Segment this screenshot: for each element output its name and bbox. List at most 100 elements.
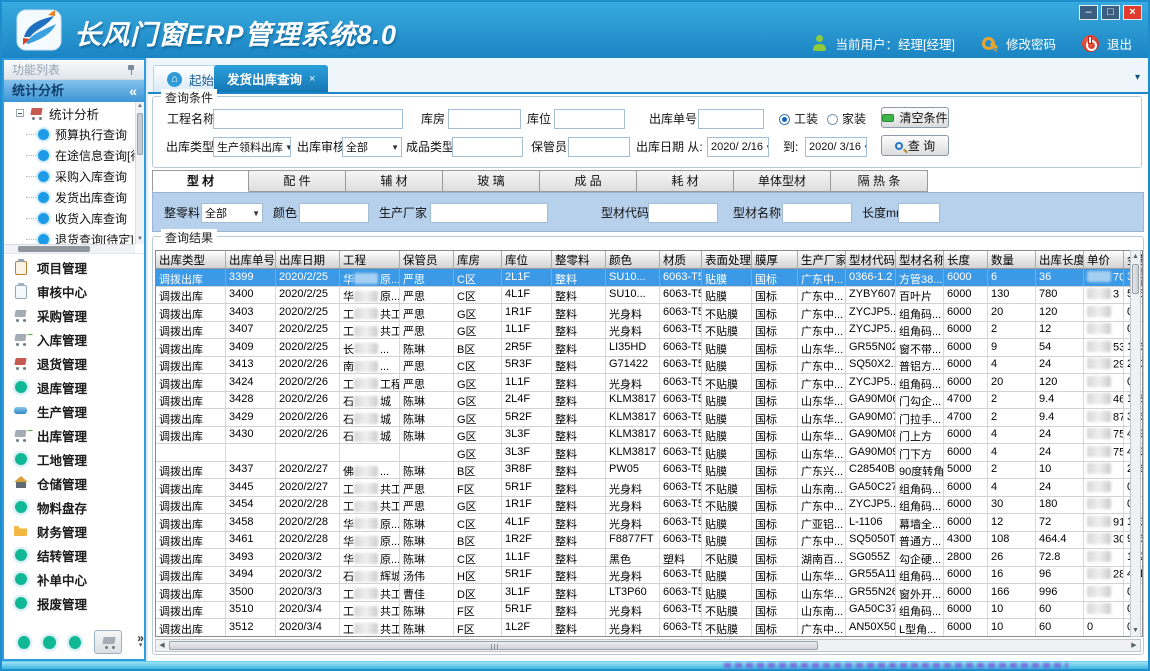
sidebar-module-入库管理[interactable]: 入库管理 [4, 327, 144, 351]
cart-module-button[interactable] [94, 630, 122, 654]
column-header[interactable]: 表面处理 [702, 251, 752, 268]
table-row[interactable]: G区3L3F整料KLM38176063-T5贴膜国标山东华...GA90M09.… [156, 444, 1143, 462]
color-input[interactable] [299, 203, 369, 223]
order-no-input[interactable] [698, 109, 764, 129]
table-row[interactable]: 调拨出库34542020/2/28工共工程严思G区1R1F整料光身料6063-T… [156, 497, 1143, 515]
table-row[interactable]: 调拨出库34072020/2/25工共工程严思G区1L1F整料光身料6063-T… [156, 322, 1143, 340]
maximize-button[interactable]: □ [1101, 5, 1120, 20]
product-type-input[interactable] [452, 137, 523, 157]
material-tab[interactable]: 单体型材 [734, 170, 831, 192]
column-header[interactable]: 生产厂家 [798, 251, 846, 268]
table-row[interactable]: 调拨出库34582020/2/28华原...陈琳C区4L1F整料光身料6063-… [156, 514, 1143, 532]
sidebar-module-仓储管理[interactable]: 仓储管理 [4, 471, 144, 495]
sidebar-module-补单中心[interactable]: 补单中心 [4, 567, 144, 591]
table-row[interactable]: 调拨出库34372020/2/27佛...陈琳B区3R8F整料PW056063-… [156, 462, 1143, 480]
column-header[interactable]: 颜色 [606, 251, 660, 268]
tree-root-node[interactable]: 统计分析 [4, 102, 144, 124]
table-row[interactable]: 调拨出库34132020/2/26南...严思C区5R3F整料G71422606… [156, 357, 1143, 375]
change-password-link[interactable]: 修改密码 [1006, 34, 1056, 53]
table-horizontal-scrollbar[interactable]: ◀ ▶ [155, 639, 1141, 652]
sidebar-module-结转管理[interactable]: 结转管理 [4, 543, 144, 567]
location-input[interactable] [554, 109, 625, 129]
column-header[interactable]: 库位 [502, 251, 552, 268]
table-row[interactable]: 调拨出库35102020/3/4工共工程陈琳F区5R1F整料光身料6063-T5… [156, 602, 1143, 620]
column-header[interactable]: 数量 [988, 251, 1036, 268]
module-dot-icon[interactable] [69, 636, 81, 649]
sidebar-module-报废管理[interactable]: 报废管理 [4, 591, 144, 615]
project-name-input[interactable] [213, 109, 403, 129]
tab-close-icon[interactable]: × [309, 73, 315, 85]
table-row[interactable]: 调拨出库34032020/2/25工共工程严思G区1R1F整料光身料6063-T… [156, 304, 1143, 322]
scroll-thumb[interactable] [137, 113, 143, 155]
clear-conditions-button[interactable]: 清空条件 [881, 107, 949, 128]
table-vertical-scrollbar[interactable]: ▲ ▼ [1130, 250, 1141, 637]
tree-item[interactable]: 在途信息查询[待 [4, 145, 144, 166]
sidebar-module-出库管理[interactable]: 出库管理 [4, 423, 144, 447]
profile-name-input[interactable] [782, 203, 852, 223]
column-header[interactable]: 整零料 [552, 251, 606, 268]
tree-item[interactable]: 预算执行查询 [4, 124, 144, 145]
material-tab[interactable]: 成 品 [540, 170, 637, 192]
sidebar-module-退库管理[interactable]: 退库管理 [4, 375, 144, 399]
scroll-thumb[interactable] [169, 641, 818, 650]
pin-icon[interactable] [126, 65, 136, 75]
date-from-picker[interactable]: 2020/ 2/16▼ [707, 137, 769, 157]
manufacturer-input[interactable] [430, 203, 548, 223]
column-header[interactable]: 型材名称 [896, 251, 944, 268]
table-row[interactable]: 调拨出库34002020/2/25华原...严思C区4L1F整料SU10...6… [156, 287, 1143, 305]
more-modules-button[interactable]: » ▾ [137, 634, 144, 650]
sidebar-module-项目管理[interactable]: 项目管理 [4, 255, 144, 279]
column-header[interactable]: 保管员 [400, 251, 454, 268]
table-row[interactable]: 调拨出库34292020/2/26石城陈琳G区5R2F整料KLM38176063… [156, 409, 1143, 427]
logout-link[interactable]: 退出 [1107, 34, 1132, 53]
module-dot-icon[interactable] [18, 636, 30, 649]
tab-shipment-outbound-query[interactable]: 发货出库查询 × [214, 65, 328, 92]
column-header[interactable]: 膜厚 [752, 251, 798, 268]
sidebar-module-审核中心[interactable]: 审核中心 [4, 279, 144, 303]
material-tab[interactable]: 配 件 [249, 170, 346, 192]
column-header[interactable]: 出库长度 [1036, 251, 1084, 268]
sidebar-module-物料盘存[interactable]: 物料盘存 [4, 495, 144, 519]
material-tab[interactable]: 耗 材 [637, 170, 734, 192]
table-row[interactable]: 调拨出库34932020/3/2华原...陈琳C区1L1F整料黑色塑料不贴膜国标… [156, 549, 1143, 567]
table-row[interactable]: 调拨出库34452020/2/27工共工程严思F区5R1F整料光身料6063-T… [156, 479, 1143, 497]
tree-expand-icon[interactable] [16, 109, 24, 117]
minimize-button[interactable]: – [1079, 5, 1098, 20]
close-button[interactable]: × [1123, 5, 1142, 20]
column-header[interactable]: 出库类型 [156, 251, 226, 268]
table-row[interactable]: 调拨出库34242020/2/26工工程严思G区1L1F整料光身料6063-T5… [156, 374, 1143, 392]
column-header[interactable]: 库房 [454, 251, 502, 268]
sidebar-module-采购管理[interactable]: 采购管理 [4, 303, 144, 327]
tree-item[interactable]: 收货入库查询 [4, 208, 144, 229]
collapse-icon[interactable]: « [129, 80, 137, 102]
tab-overflow-icon[interactable]: ▾ [1135, 72, 1140, 83]
length-input[interactable] [898, 203, 940, 223]
sidebar-module-生产管理[interactable]: 生产管理 [4, 399, 144, 423]
profile-code-input[interactable] [648, 203, 718, 223]
scroll-up-icon[interactable]: ▲ [136, 102, 144, 111]
scroll-thumb[interactable] [1132, 264, 1139, 294]
table-row[interactable]: 调拨出库33992020/2/25华原...严思C区2L1F整料SU10...6… [156, 269, 1143, 287]
tree-horizontal-scrollbar[interactable] [4, 244, 135, 253]
scroll-thumb[interactable] [18, 246, 90, 252]
table-row[interactable]: 调拨出库34612020/2/28华原...陈琳B区1R2F整料F8877FT6… [156, 532, 1143, 550]
table-row[interactable]: 调拨出库34282020/2/26石城陈琳G区2L4F整料KLM38176063… [156, 392, 1143, 410]
tree-item[interactable]: 发货出库查询 [4, 187, 144, 208]
search-button[interactable]: 查 询 [881, 135, 949, 156]
column-header[interactable]: 出库日期 [276, 251, 340, 268]
warehouse-input[interactable] [448, 109, 521, 129]
tree-item[interactable]: 采购入库查询 [4, 166, 144, 187]
scroll-left-icon[interactable]: ◀ [156, 640, 168, 651]
out-type-combo[interactable]: 生产领料出库▼ [213, 137, 291, 157]
column-header[interactable]: 工程 [340, 251, 400, 268]
table-row[interactable]: 调拨出库34302020/2/26石城陈琳G区3L3F整料KLM38176063… [156, 427, 1143, 445]
material-tab[interactable]: 玻 璃 [443, 170, 540, 192]
material-tab[interactable]: 型 材 [152, 170, 249, 192]
table-row[interactable]: 调拨出库34942020/3/2石辉城汤伟H区5R1F整料光身料6063-T5贴… [156, 567, 1143, 585]
radio-residential[interactable]: 家装 [827, 109, 866, 129]
column-header[interactable]: 型材代码 [846, 251, 896, 268]
sidebar-module-工地管理[interactable]: 工地管理 [4, 447, 144, 471]
sidebar-module-退货管理[interactable]: 退货管理 [4, 351, 144, 375]
material-tab[interactable]: 隔 热 条 [831, 170, 928, 192]
date-to-picker[interactable]: 2020/ 3/16▼ [805, 137, 867, 157]
